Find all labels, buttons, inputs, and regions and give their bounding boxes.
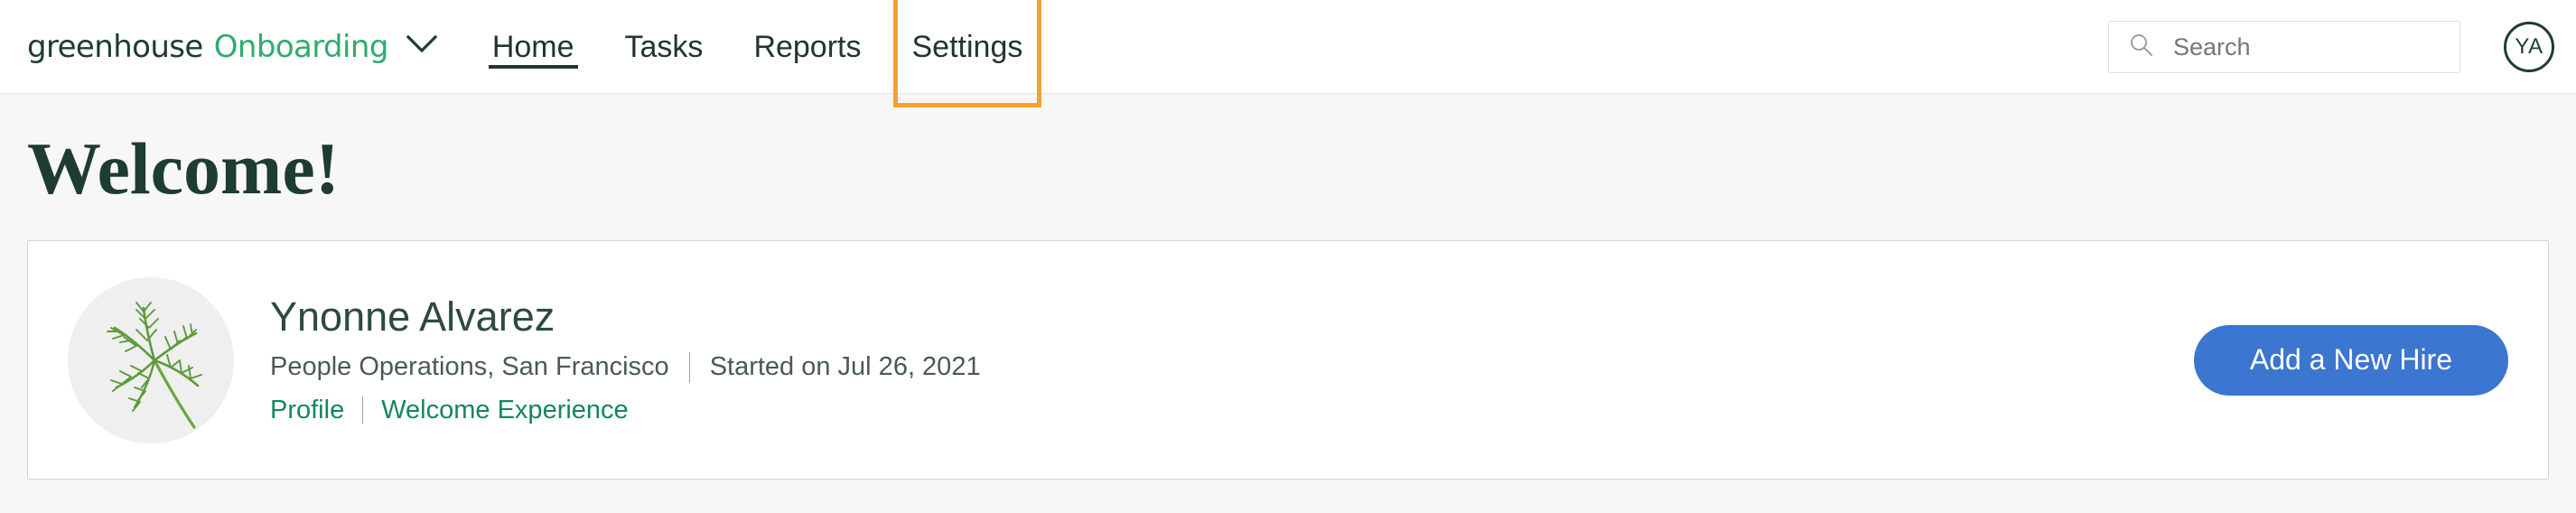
add-new-hire-button[interactable]: Add a New Hire [2194, 325, 2508, 396]
nav-item-home[interactable]: Home [487, 0, 580, 94]
meta-divider [689, 352, 690, 383]
chevron-down-icon[interactable] [406, 34, 437, 59]
hire-photo-avatar [68, 277, 234, 443]
hire-role-location: People Operations, San Francisco [270, 352, 669, 382]
brand-name-onboarding: Onboarding [214, 32, 388, 62]
page-title: Welcome! [27, 94, 2549, 240]
main-nav: Home Tasks Reports Settings [487, 0, 1069, 94]
brand-logo[interactable]: greenhouse Onboarding [27, 0, 437, 94]
hire-links: Profile Welcome Experience [270, 396, 981, 425]
new-hire-card: Ynonne Alvarez People Operations, San Fr… [27, 240, 2549, 480]
nav-item-reports[interactable]: Reports [748, 0, 866, 94]
avatar-initials: YA [2515, 34, 2543, 60]
page-content: Welcome! [0, 94, 2576, 480]
link-divider [362, 396, 363, 424]
welcome-experience-link[interactable]: Welcome Experience [381, 396, 628, 425]
nav-item-settings[interactable]: Settings [907, 0, 1029, 94]
search-box[interactable] [2108, 21, 2460, 73]
top-bar-right-section: YA [2108, 0, 2554, 94]
brand-name-greenhouse: greenhouse [27, 32, 203, 62]
hire-name: Ynonne Alvarez [270, 294, 981, 340]
hire-start-date: Started on Jul 26, 2021 [710, 352, 981, 382]
hire-meta: People Operations, San Francisco Started… [270, 352, 981, 383]
search-icon [2129, 33, 2153, 61]
nav-item-tasks[interactable]: Tasks [620, 0, 709, 94]
user-avatar[interactable]: YA [2504, 22, 2554, 72]
top-navigation-bar: greenhouse Onboarding Home Tasks Reports… [0, 0, 2576, 94]
profile-link[interactable]: Profile [270, 396, 344, 425]
search-input[interactable] [2173, 33, 2426, 61]
hire-info: Ynonne Alvarez People Operations, San Fr… [270, 294, 981, 425]
